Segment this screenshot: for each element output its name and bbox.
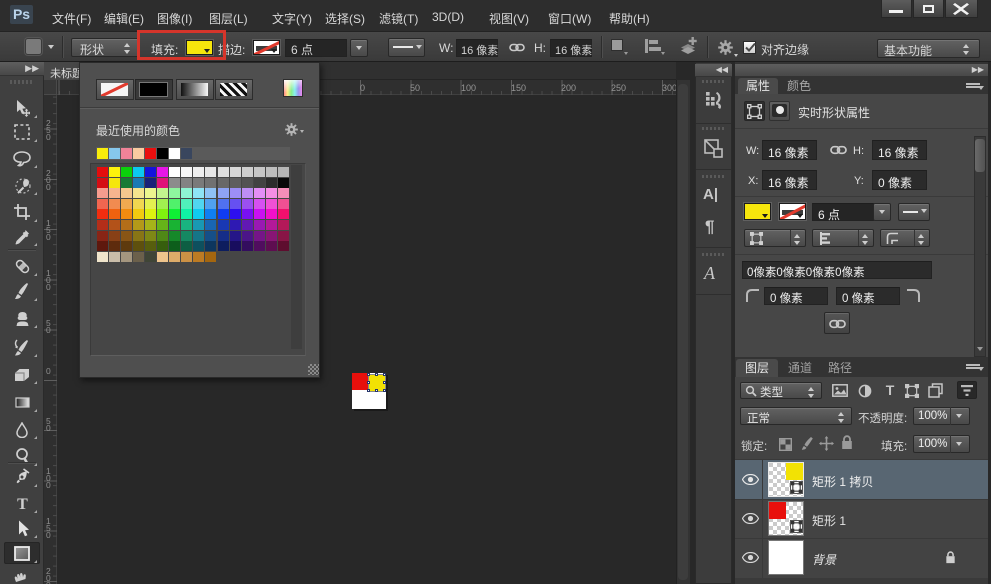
svg-text:T: T xyxy=(17,496,28,511)
